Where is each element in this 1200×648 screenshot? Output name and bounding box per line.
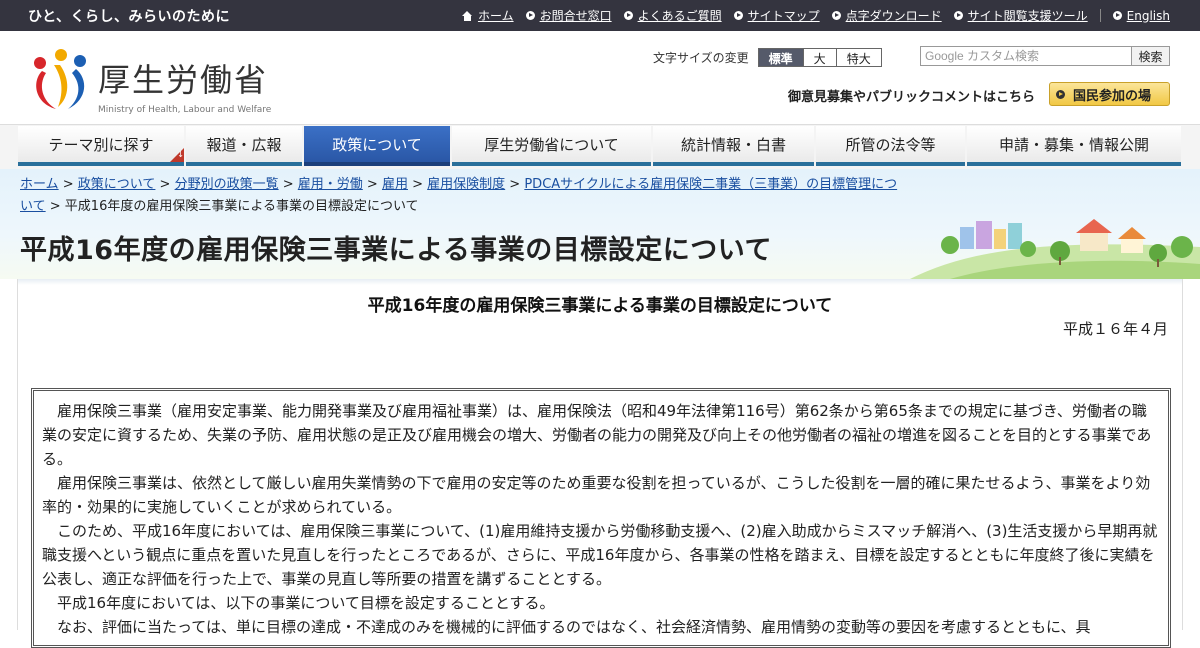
dropdown-corner-icon <box>170 148 184 162</box>
body-paragraph: なお、評価に当たっては、単に目標の達成・不達成のみを機械的に評価するのではなく、… <box>57 618 1091 636</box>
utility-bar: ひと、くらし、みらいのために ホーム お問合せ窓口 よくあるご質問 サイトマップ… <box>0 0 1200 31</box>
utility-link-label: ホーム <box>477 9 514 23</box>
utility-link-label: よくあるご質問 <box>637 9 722 23</box>
nav-item-label: 政策について <box>332 135 422 154</box>
arrow-circle-icon <box>1112 11 1122 20</box>
public-participation-button[interactable]: 国民参加の場 <box>1049 82 1170 106</box>
utility-link-label: サイトマップ <box>747 9 820 23</box>
global-nav: テーマ別に探す 報道・広報 政策について 厚生労働省について 統計情報・白書 所… <box>0 124 1200 169</box>
font-size-standard-button[interactable]: 標準 <box>757 48 804 67</box>
document-body-box: 雇用保険三事業（雇用安定事業、能力開発事業及び雇用福祉事業）は、雇用保険法（昭和… <box>31 388 1171 648</box>
breadcrumb-link[interactable]: 雇用 <box>382 177 408 192</box>
utility-link-contact[interactable]: お問合せ窓口 <box>525 7 612 24</box>
nav-item-label: 報道・広報 <box>206 135 282 154</box>
nav-item-policy[interactable]: 政策について <box>304 126 450 166</box>
nav-item-theme[interactable]: テーマ別に探す <box>18 126 184 166</box>
arrow-circle-icon <box>623 11 633 20</box>
utility-link-sitemap[interactable]: サイトマップ <box>733 7 820 24</box>
breadcrumb-link[interactable]: PDCAサイクルによる雇用保険二事業（三事業）の目標管理につ <box>524 177 897 192</box>
nav-item-label: 所管の法令等 <box>845 135 936 154</box>
breadcrumb: ホーム > 政策について > 分野別の政策一覧 > 雇用・労働 > 雇用 > 雇… <box>20 177 898 214</box>
breadcrumb-link[interactable]: 雇用・労働 <box>298 177 363 192</box>
page-title: 平成16年度の雇用保険三事業による事業の目標設定について <box>20 235 772 266</box>
nav-item-laws[interactable]: 所管の法令等 <box>816 126 965 166</box>
nav-item-label: 厚生労働省について <box>484 135 619 154</box>
utility-link-braille[interactable]: 点字ダウンロード <box>831 7 942 24</box>
page-hero: ホーム > 政策について > 分野別の政策一覧 > 雇用・労働 > 雇用 > 雇… <box>0 169 1200 279</box>
arrow-circle-icon <box>733 11 743 20</box>
font-size-large-button[interactable]: 大 <box>802 48 837 67</box>
breadcrumb-link[interactable]: いて <box>20 199 46 214</box>
site-header: 厚生労働省 Ministry of Health, Labour and Wel… <box>0 31 1200 124</box>
nav-item-about[interactable]: 厚生労働省について <box>452 126 651 166</box>
utility-link-english[interactable]: English <box>1112 7 1170 24</box>
nav-item-press[interactable]: 報道・広報 <box>186 126 302 166</box>
breadcrumb-current: 平成16年度の雇用保険三事業による事業の目標設定について <box>64 199 419 214</box>
document-date: 平成１６年４月 <box>1062 320 1168 338</box>
breadcrumb-link[interactable]: 雇用保険制度 <box>427 177 505 192</box>
utility-link-label: お問合せ窓口 <box>539 9 612 23</box>
arrow-circle-icon <box>525 11 535 20</box>
site-logo[interactable]: 厚生労働省 Ministry of Health, Labour and Wel… <box>28 43 278 115</box>
nav-item-label: 統計情報・白書 <box>680 135 786 154</box>
tagline: ひと、くらし、みらいのために <box>28 9 231 25</box>
body-paragraph: 雇用保険三事業は、依然として厳しい雇用失業情勢の下で雇用の安定等のため重要な役割… <box>42 474 1151 516</box>
utility-link-label: サイト閲覧支援ツール <box>967 9 1088 23</box>
breadcrumb-link[interactable]: 政策について <box>78 177 156 192</box>
arrow-circle-icon <box>953 11 963 20</box>
utility-link-home[interactable]: ホーム <box>461 7 514 24</box>
home-icon <box>461 10 473 21</box>
utility-link-faq[interactable]: よくあるご質問 <box>623 7 722 24</box>
divider <box>1099 9 1101 22</box>
nav-item-label: テーマ別に探す <box>48 135 154 154</box>
body-paragraph: 平成16年度においては、以下の事業について目標を設定することとする。 <box>57 594 555 612</box>
utility-link-accessibility[interactable]: サイト閲覧支援ツール <box>953 7 1088 24</box>
arrow-circle-icon <box>831 11 841 20</box>
nav-item-applications[interactable]: 申請・募集・情報公開 <box>967 126 1181 166</box>
content-shade <box>18 279 1182 285</box>
body-paragraph: 雇用保険三事業（雇用安定事業、能力開発事業及び雇用福祉事業）は、雇用保険法（昭和… <box>42 402 1152 468</box>
utility-link-label: English <box>1126 8 1170 23</box>
logo-subtitle: Ministry of Health, Labour and Welfare <box>98 105 272 115</box>
main-content: 平成16年度の雇用保険三事業による事業の目標設定について 平成１６年４月 雇用保… <box>17 279 1183 648</box>
font-size-xlarge-button[interactable]: 特大 <box>835 48 882 67</box>
search-input[interactable] <box>920 46 1132 66</box>
font-size-label: 文字サイズの変更 <box>653 51 749 65</box>
nav-item-statistics[interactable]: 統計情報・白書 <box>653 126 814 166</box>
utility-links: ホーム お問合せ窓口 よくあるご質問 サイトマップ 点字ダウンロード サイト閲覧… <box>450 7 1170 24</box>
arrow-circle-icon <box>1056 89 1065 99</box>
public-comment-link[interactable]: 御意見募集やパブリックコメントはこちら <box>788 86 1035 105</box>
site-search: 検索 <box>920 46 1170 66</box>
breadcrumb-link[interactable]: 分野別の政策一覧 <box>175 177 279 192</box>
document-title: 平成16年度の雇用保険三事業による事業の目標設定について <box>367 296 833 316</box>
public-participation-label: 国民参加の場 <box>1073 88 1152 104</box>
nav-item-label: 申請・募集・情報公開 <box>998 135 1149 154</box>
body-paragraph: このため、平成16年度においては、雇用保険三事業について、(1)雇用維持支援から… <box>42 522 1158 588</box>
utility-link-label: 点字ダウンロード <box>845 9 942 23</box>
mhlw-logo-icon <box>34 49 86 109</box>
town-illustration-icon <box>910 219 1200 279</box>
search-button[interactable]: 検索 <box>1132 46 1170 66</box>
breadcrumb-link[interactable]: ホーム <box>20 177 59 192</box>
logo-name: 厚生労働省 <box>98 61 269 99</box>
font-size-switcher: 文字サイズの変更 標準 大 特大 <box>653 48 882 67</box>
